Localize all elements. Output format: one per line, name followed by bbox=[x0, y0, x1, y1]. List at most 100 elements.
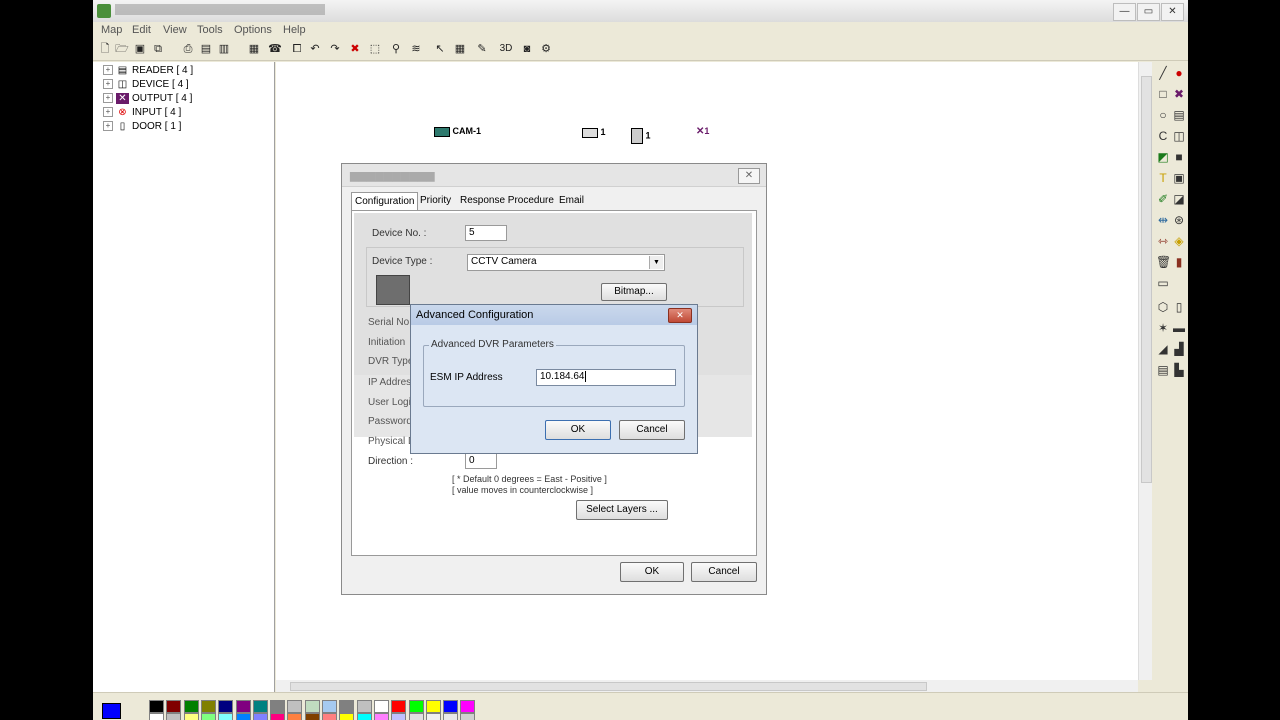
3d-icon[interactable]: 3D bbox=[499, 42, 513, 56]
input-tool-icon[interactable]: ⊛ bbox=[1172, 213, 1186, 227]
output-device[interactable]: ✕1 bbox=[696, 126, 709, 137]
layers-icon[interactable]: ≋ bbox=[409, 42, 423, 56]
tree-item-input[interactable]: + ⊗ INPUT [ 4 ] bbox=[103, 106, 181, 120]
color-swatch[interactable] bbox=[408, 713, 424, 720]
color-swatch[interactable] bbox=[218, 700, 234, 713]
align-tool-icon[interactable]: ⇹ bbox=[1156, 213, 1170, 227]
color-swatch[interactable] bbox=[425, 700, 441, 713]
color-swatch[interactable] bbox=[183, 700, 199, 713]
grid-icon[interactable]: ▦ bbox=[453, 42, 467, 56]
advanced-ok-button[interactable]: OK bbox=[545, 420, 611, 440]
current-color-swatch[interactable] bbox=[102, 703, 121, 719]
page-tool-icon[interactable]: ▯ bbox=[1172, 300, 1186, 314]
color-swatch[interactable] bbox=[443, 713, 459, 720]
cube-tool-icon[interactable]: ⬡ bbox=[1156, 300, 1170, 314]
distribute-tool-icon[interactable]: ⇿ bbox=[1156, 234, 1170, 248]
menu-help[interactable]: Help bbox=[283, 24, 306, 36]
color-swatch[interactable] bbox=[460, 713, 476, 720]
tree-item-device[interactable]: + ◫ DEVICE [ 4 ] bbox=[103, 78, 189, 92]
select-icon[interactable]: ⬚ bbox=[368, 42, 382, 56]
cancel-button[interactable]: Cancel bbox=[691, 562, 757, 582]
trash-tool-icon[interactable]: 🗑 bbox=[1156, 255, 1171, 269]
reader-device[interactable]: 1 bbox=[582, 127, 606, 138]
tree-item-door[interactable]: + ▯ DOOR [ 1 ] bbox=[103, 120, 181, 134]
close-button[interactable]: ✕ bbox=[1161, 3, 1184, 21]
save-icon[interactable]: ▣ bbox=[133, 42, 147, 56]
reader-tool-icon[interactable]: ▤ bbox=[1172, 108, 1186, 122]
color-swatch[interactable] bbox=[287, 713, 303, 720]
color-swatch[interactable] bbox=[356, 700, 372, 713]
link-icon[interactable]: ⧠ bbox=[290, 42, 304, 56]
export-icon[interactable]: ▥ bbox=[217, 42, 231, 56]
list-tool-icon[interactable]: ▤ bbox=[1156, 363, 1170, 377]
esm-ip-input[interactable]: 10.184.64 bbox=[536, 369, 676, 386]
color-swatch[interactable] bbox=[304, 700, 320, 713]
expand-icon[interactable]: + bbox=[103, 65, 113, 76]
new-icon[interactable]: 🗋 bbox=[98, 42, 112, 56]
minimize-button[interactable]: — bbox=[1113, 3, 1136, 21]
menu-map[interactable]: Map bbox=[101, 24, 122, 36]
eraser-tool-icon[interactable]: ◢ bbox=[1156, 342, 1170, 356]
menu-edit[interactable]: Edit bbox=[132, 24, 151, 36]
color-swatch[interactable] bbox=[149, 713, 164, 720]
bitmap-button[interactable]: Bitmap... bbox=[601, 283, 667, 301]
fill-tool-icon[interactable]: ✐ bbox=[1156, 192, 1170, 206]
chevron-down-icon[interactable]: ▼ bbox=[649, 256, 663, 269]
tab-priority[interactable]: Priority bbox=[417, 192, 454, 209]
rectangle-tool-icon[interactable]: □ bbox=[1156, 87, 1170, 101]
expand-icon[interactable]: + bbox=[103, 107, 113, 118]
menu-view[interactable]: View bbox=[163, 24, 187, 36]
color-swatch[interactable] bbox=[166, 713, 182, 720]
color-swatch[interactable] bbox=[287, 700, 303, 713]
print-icon[interactable]: ⎙ bbox=[181, 42, 195, 56]
ellipse-tool-icon[interactable]: ○ bbox=[1156, 108, 1170, 122]
device-no-field[interactable]: 5 bbox=[465, 225, 507, 241]
properties-icon[interactable]: ▦ bbox=[247, 42, 261, 56]
color-swatch[interactable] bbox=[149, 700, 164, 713]
color-swatch[interactable] bbox=[270, 700, 286, 713]
color-swatch[interactable] bbox=[166, 700, 182, 713]
camera-tool-icon[interactable]: ■ bbox=[1172, 150, 1186, 164]
color-swatch[interactable] bbox=[252, 713, 268, 720]
undo-icon[interactable]: ↶ bbox=[308, 42, 322, 56]
phone-icon[interactable]: ☎ bbox=[268, 42, 282, 56]
elevator-tool-icon[interactable]: ▙ bbox=[1172, 363, 1186, 377]
color-swatch[interactable] bbox=[425, 713, 441, 720]
copy-icon[interactable]: ⧉ bbox=[151, 42, 165, 56]
line-tool-icon[interactable]: ╱ bbox=[1156, 66, 1170, 80]
zoom-icon[interactable]: ✎ bbox=[475, 42, 489, 56]
color-swatch[interactable] bbox=[252, 700, 268, 713]
alarm-tool-icon[interactable]: ◈ bbox=[1172, 234, 1186, 248]
bookmark-tool-icon[interactable]: ▮ bbox=[1172, 255, 1186, 269]
color-swatch[interactable] bbox=[443, 700, 459, 713]
color-swatch[interactable] bbox=[339, 713, 355, 720]
text-tool-icon[interactable]: T bbox=[1156, 171, 1170, 185]
advanced-cancel-button[interactable]: Cancel bbox=[619, 420, 685, 440]
expand-icon[interactable]: + bbox=[103, 121, 113, 132]
redo-icon[interactable]: ↷ bbox=[328, 42, 342, 56]
expand-icon[interactable]: + bbox=[103, 93, 113, 104]
select-layers-button[interactable]: Select Layers ... bbox=[576, 500, 668, 520]
color-swatch[interactable] bbox=[304, 713, 320, 720]
maximize-button[interactable]: ▭ bbox=[1137, 3, 1160, 21]
panel-tool-icon[interactable]: ▣ bbox=[1172, 171, 1186, 185]
color-swatch[interactable] bbox=[408, 700, 424, 713]
menu-tools[interactable]: Tools bbox=[197, 24, 223, 36]
window-tool-icon[interactable]: ▭ bbox=[1156, 276, 1170, 290]
color-swatch[interactable] bbox=[270, 713, 286, 720]
color-swatch[interactable] bbox=[460, 700, 476, 713]
color-swatch[interactable] bbox=[218, 713, 234, 720]
color-swatch[interactable] bbox=[373, 713, 389, 720]
device-type-select[interactable]: CCTV Camera ▼ bbox=[467, 254, 665, 271]
camera-view-icon[interactable]: ◙ bbox=[520, 42, 534, 56]
direction-field[interactable]: 0 bbox=[465, 453, 497, 469]
color-swatch[interactable] bbox=[200, 713, 216, 720]
stair-tool-icon[interactable]: ▟ bbox=[1172, 342, 1186, 356]
dialog-close-button[interactable]: ✕ bbox=[738, 168, 760, 184]
scroll-thumb[interactable] bbox=[290, 682, 927, 691]
find-icon[interactable]: ⚲ bbox=[389, 42, 403, 56]
dialog-close-button[interactable]: ✕ bbox=[668, 308, 692, 323]
import-icon[interactable]: ▤ bbox=[199, 42, 213, 56]
color-swatch[interactable] bbox=[200, 700, 216, 713]
menu-options[interactable]: Options bbox=[234, 24, 272, 36]
